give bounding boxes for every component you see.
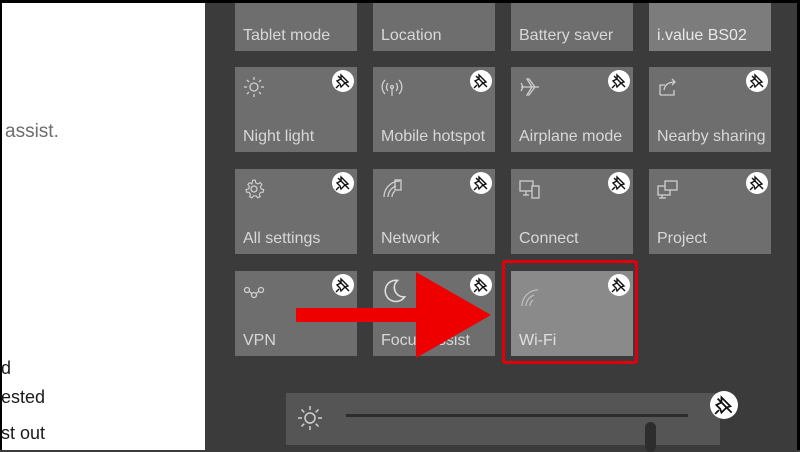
share-icon (657, 76, 679, 98)
unpin-icon[interactable] (470, 172, 492, 194)
tile-network[interactable]: Network (373, 169, 495, 254)
connect-icon (519, 178, 541, 200)
settings-window-fragment: assist. d ested st out (2, 3, 205, 450)
settings-text-line: d (2, 358, 12, 378)
unpin-icon[interactable] (710, 391, 738, 419)
tile-night-light[interactable]: Night light (235, 67, 357, 152)
unpin-icon[interactable] (332, 70, 354, 92)
slider-thumb[interactable] (645, 422, 657, 452)
tile-label: Connect (519, 230, 579, 247)
tile-tablet-mode[interactable]: Tablet mode (235, 3, 357, 51)
tile-label: All settings (243, 230, 321, 247)
tile-battery-saver[interactable]: Battery saver (511, 3, 633, 51)
tile-label: Battery saver (519, 27, 614, 44)
tile-label: Location (381, 27, 442, 44)
tile-location[interactable]: Location (373, 3, 495, 51)
network-icon (381, 178, 403, 200)
sun-icon (243, 76, 265, 98)
tile-bluetooth-device[interactable]: i.value BS02 (649, 3, 771, 51)
tile-label: i.value BS02 (657, 27, 747, 44)
tile-label: Airplane mode (519, 128, 623, 145)
vpn-icon (243, 280, 265, 302)
brightness-slider (286, 393, 720, 452)
unpin-icon[interactable] (746, 70, 768, 92)
tile-mobile-hotspot[interactable]: Mobile hotspot (373, 67, 495, 152)
unpin-icon[interactable] (470, 70, 492, 92)
tile-connect[interactable]: Connect (511, 169, 633, 254)
unpin-icon[interactable] (332, 172, 354, 194)
highlight-box (502, 260, 638, 364)
tile-label: Mobile hotspot (381, 128, 486, 145)
tile-project[interactable]: Project (649, 169, 771, 254)
tile-label: Tablet mode (243, 27, 331, 44)
tile-label: Project (657, 230, 707, 247)
unpin-icon[interactable] (608, 70, 630, 92)
unpin-icon[interactable] (608, 172, 630, 194)
tile-label: Network (381, 230, 440, 247)
tile-all-settings[interactable]: All settings (235, 169, 357, 254)
tile-airplane-mode[interactable]: Airplane mode (511, 67, 633, 152)
sun-icon (296, 404, 324, 432)
red-arrow-annotation (296, 272, 491, 358)
gear-icon (243, 178, 265, 200)
slider-track[interactable] (346, 414, 688, 452)
tile-label: Nearby sharing (657, 128, 766, 145)
project-icon (657, 178, 679, 200)
settings-text-line: st out (2, 423, 46, 443)
tile-label: Night light (243, 128, 315, 145)
unpin-icon[interactable] (746, 172, 768, 194)
hotspot-icon (381, 76, 403, 98)
settings-text-line: assist. (5, 121, 59, 142)
settings-text-line: ested (2, 387, 46, 407)
tile-label: VPN (243, 332, 276, 349)
airplane-icon (519, 76, 541, 98)
tile-nearby-sharing[interactable]: Nearby sharing (649, 67, 771, 152)
